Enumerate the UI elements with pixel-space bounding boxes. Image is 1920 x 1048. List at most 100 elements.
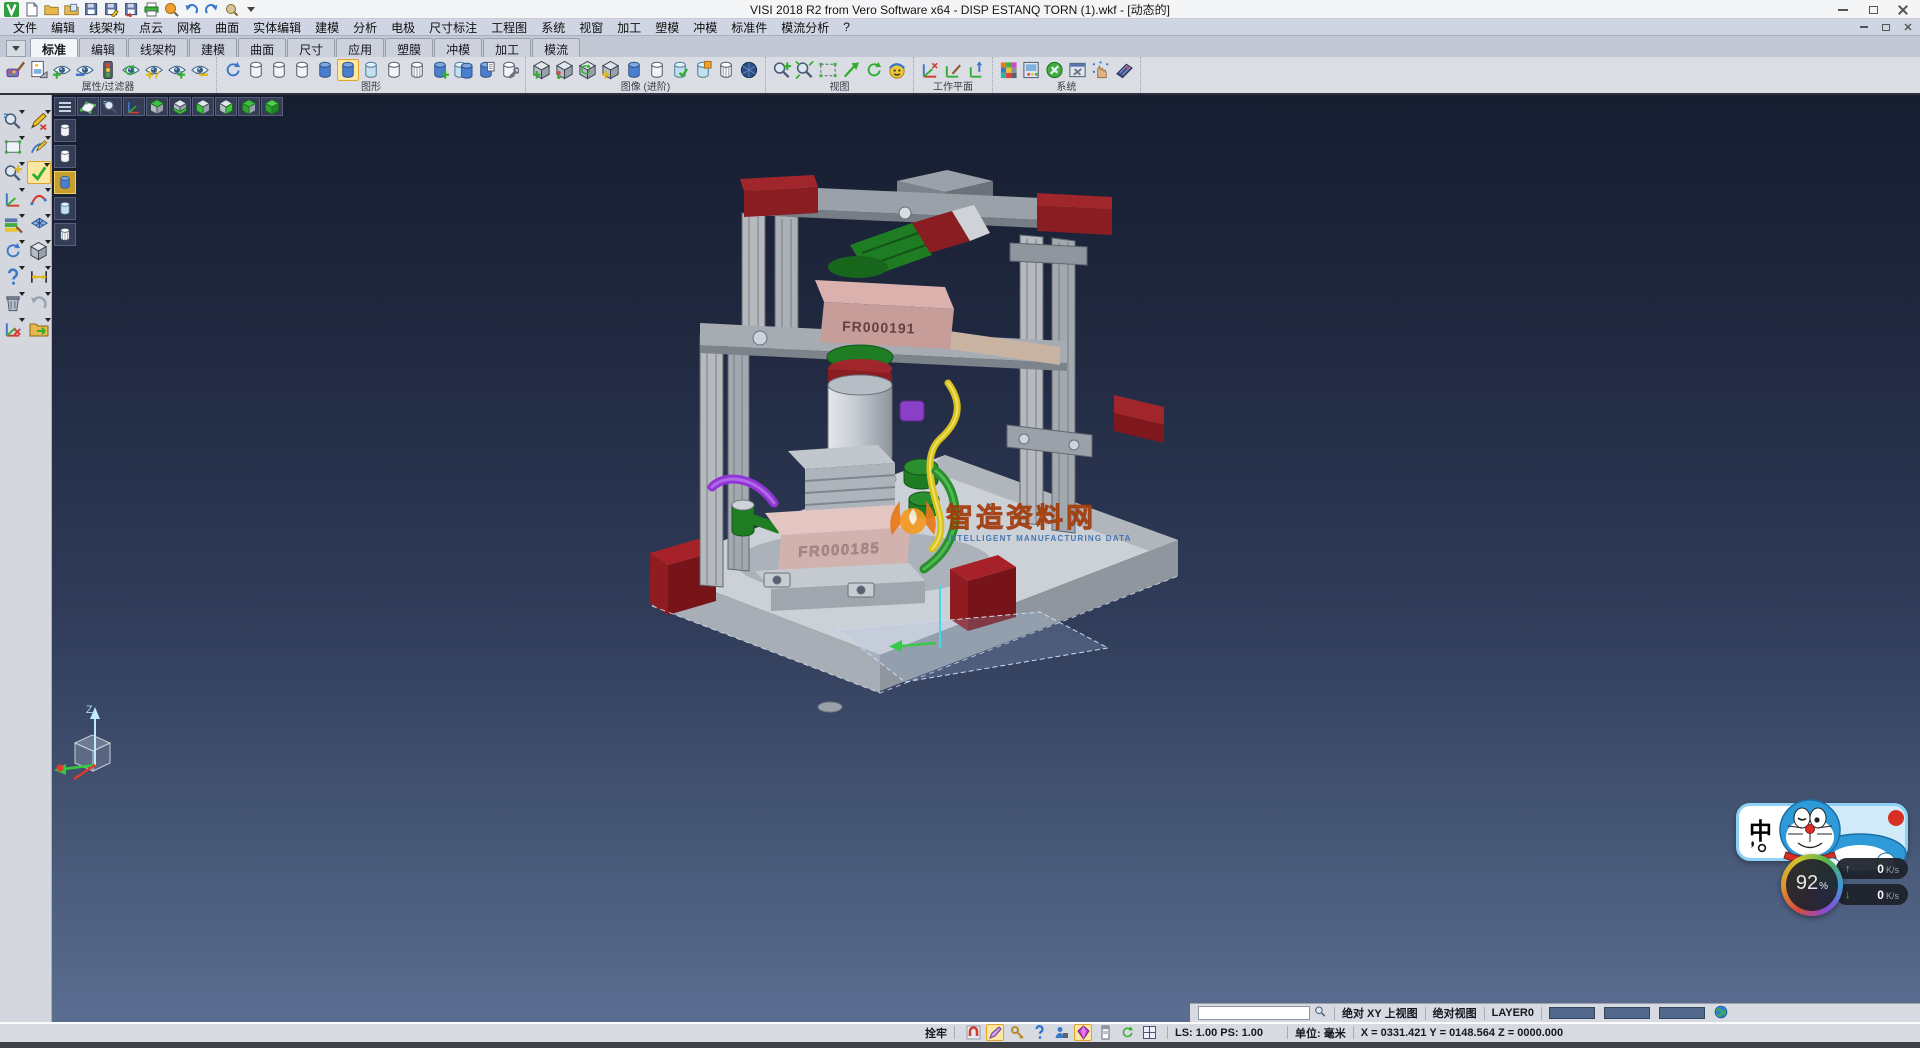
memory-gauge[interactable]: 92 % bbox=[1781, 854, 1843, 916]
traffic-light-filter-icon[interactable] bbox=[97, 59, 119, 81]
eye-remove-icon[interactable] bbox=[74, 59, 96, 81]
zoom-window-icon[interactable] bbox=[817, 59, 839, 81]
workplane-edit-icon[interactable] bbox=[942, 59, 964, 81]
cylinder-wire-icon[interactable] bbox=[715, 59, 737, 81]
globe-icon[interactable] bbox=[1714, 1005, 1728, 1022]
view-cube-top-icon[interactable] bbox=[146, 97, 168, 116]
magnet-snap-icon[interactable] bbox=[964, 1024, 982, 1041]
selection-hand-icon[interactable] bbox=[1090, 59, 1112, 81]
shaded-sphere-icon[interactable] bbox=[738, 59, 760, 81]
network-upload-indicator[interactable]: ↑ 0K/s bbox=[1836, 858, 1908, 879]
eye-hide-icon[interactable] bbox=[189, 59, 211, 81]
menu-window[interactable]: 视窗 bbox=[572, 19, 610, 36]
menu-solid-edit[interactable]: 实体编辑 bbox=[246, 19, 308, 36]
mdi-close-button[interactable] bbox=[1900, 20, 1916, 34]
help-question-status-icon[interactable] bbox=[1030, 1024, 1048, 1041]
display-wireframe-2-icon[interactable] bbox=[54, 145, 76, 168]
cylinder-check-icon[interactable] bbox=[669, 59, 691, 81]
delete-trash-icon[interactable] bbox=[1, 291, 25, 314]
cylinder-ghost-3-icon[interactable] bbox=[291, 59, 313, 81]
view-orientation-status[interactable]: 绝对 XY 上视图 bbox=[1342, 1005, 1418, 1021]
cylinder-shaded-selected-icon[interactable] bbox=[337, 59, 359, 81]
zoom-view-icon[interactable] bbox=[1, 109, 25, 132]
rotate-refresh-icon[interactable] bbox=[1118, 1024, 1136, 1041]
tab-progress[interactable]: 冲模 bbox=[434, 38, 482, 57]
view-rotate-icon[interactable] bbox=[863, 59, 885, 81]
cylinder-document-icon[interactable] bbox=[475, 59, 497, 81]
view-menu-icon[interactable] bbox=[54, 97, 76, 116]
cylinder-shaded-icon[interactable] bbox=[314, 59, 336, 81]
tab-edit[interactable]: 编辑 bbox=[79, 38, 127, 57]
mdi-restore-button[interactable] bbox=[1878, 20, 1894, 34]
cylinder-ghost-2-icon[interactable] bbox=[268, 59, 290, 81]
spline-edit-icon[interactable] bbox=[27, 187, 51, 210]
axis-delete-icon[interactable] bbox=[1, 317, 25, 340]
view-mode-status[interactable]: 绝对视图 bbox=[1433, 1005, 1477, 1021]
view-axis-icon[interactable] bbox=[123, 97, 145, 116]
box-add-icon[interactable] bbox=[531, 59, 553, 81]
cylinder-settings-icon[interactable] bbox=[498, 59, 520, 81]
view-plane-icon[interactable] bbox=[77, 97, 99, 116]
tab-dimension[interactable]: 尺寸 bbox=[287, 38, 335, 57]
box-refresh-icon[interactable] bbox=[577, 59, 599, 81]
cylinder-add-icon[interactable] bbox=[429, 59, 451, 81]
render-settings-icon[interactable] bbox=[1021, 59, 1043, 81]
menu-file[interactable]: 文件 bbox=[6, 19, 44, 36]
menu-drawing[interactable]: 工程图 bbox=[484, 19, 534, 36]
display-hidden-line-icon[interactable] bbox=[54, 223, 76, 246]
workplane-axes-icon[interactable] bbox=[919, 59, 941, 81]
help-question-icon[interactable] bbox=[1, 265, 25, 288]
snap-lock-toggle[interactable]: 拴牢 bbox=[925, 1025, 947, 1041]
tab-modeling[interactable]: 建模 bbox=[189, 38, 237, 57]
menu-edit[interactable]: 编辑 bbox=[44, 19, 82, 36]
brush-attributes-icon[interactable] bbox=[5, 59, 27, 81]
view-cube-back-icon[interactable] bbox=[215, 97, 237, 116]
menu-surface[interactable]: 曲面 bbox=[208, 19, 246, 36]
ime-punctuation-icon[interactable] bbox=[1749, 840, 1769, 859]
gem-highlight-icon[interactable] bbox=[1074, 1024, 1092, 1041]
view-zoom-icon[interactable] bbox=[100, 97, 122, 116]
document-image-icon[interactable] bbox=[28, 59, 50, 81]
tab-machining[interactable]: 加工 bbox=[483, 38, 531, 57]
level-meter-icon[interactable] bbox=[1096, 1024, 1114, 1041]
user-lock-icon[interactable] bbox=[1052, 1024, 1070, 1041]
cylinder-copy-icon[interactable] bbox=[452, 59, 474, 81]
menu-mould[interactable]: 塑模 bbox=[648, 19, 686, 36]
key-tool-icon[interactable] bbox=[1008, 1024, 1026, 1041]
selection-window-icon[interactable] bbox=[1, 135, 25, 158]
refresh-graphics-icon[interactable] bbox=[222, 59, 244, 81]
sketch-curve-icon[interactable] bbox=[27, 135, 51, 158]
menu-modeling[interactable]: 建模 bbox=[308, 19, 346, 36]
system-tools-icon[interactable] bbox=[1044, 59, 1066, 81]
status-swatch-2[interactable] bbox=[1604, 1007, 1650, 1019]
display-shaded-icon[interactable] bbox=[54, 171, 76, 194]
view-cube-iso-icon[interactable] bbox=[261, 97, 283, 116]
tab-mould[interactable]: 塑膜 bbox=[385, 38, 433, 57]
confirm-check-icon[interactable] bbox=[27, 161, 51, 184]
grid-panes-icon[interactable] bbox=[27, 213, 51, 236]
regenerate-icon[interactable] bbox=[1, 239, 25, 262]
menu-wireframe[interactable]: 线架构 bbox=[82, 19, 132, 36]
color-palette-icon[interactable] bbox=[998, 59, 1020, 81]
tab-standard[interactable]: 标准 bbox=[30, 38, 78, 57]
menu-progress[interactable]: 冲模 bbox=[686, 19, 724, 36]
pen-highlight-icon[interactable] bbox=[986, 1024, 1004, 1041]
menu-pointcloud[interactable]: 点云 bbox=[132, 19, 170, 36]
display-transparent-icon[interactable] bbox=[54, 197, 76, 220]
workplane-move-icon[interactable] bbox=[965, 59, 987, 81]
render-smiley-icon[interactable] bbox=[886, 59, 908, 81]
viewport-3d-canvas[interactable]: FR000191 bbox=[52, 95, 1920, 1022]
tab-surface[interactable]: 曲面 bbox=[238, 38, 286, 57]
cylinder-transparent-icon[interactable] bbox=[360, 59, 382, 81]
mdi-minimize-button[interactable] bbox=[1856, 20, 1872, 34]
status-swatch-3[interactable] bbox=[1659, 1007, 1705, 1019]
maximize-button[interactable] bbox=[1858, 0, 1888, 19]
cpl-axis-icon[interactable] bbox=[1, 187, 25, 210]
menu-flow-analysis[interactable]: 模流分析 bbox=[774, 19, 836, 36]
status-swatch-1[interactable] bbox=[1549, 1007, 1595, 1019]
menu-dimension[interactable]: 尺寸标注 bbox=[422, 19, 484, 36]
machine-model[interactable]: FR000191 bbox=[52, 95, 1920, 1022]
close-button[interactable] bbox=[1888, 0, 1918, 19]
view-arrow-icon[interactable] bbox=[840, 59, 862, 81]
attributes-layers-icon[interactable] bbox=[1, 213, 25, 236]
